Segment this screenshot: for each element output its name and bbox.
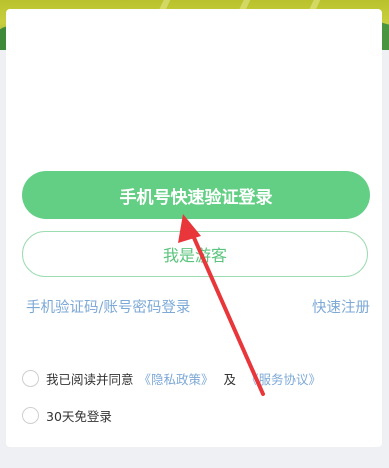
agreement-text: 我已阅读并同意 (46, 372, 134, 387)
service-agreement-link[interactable]: 《服务协议》 (246, 369, 321, 388)
register-link[interactable]: 快速注册 (312, 296, 370, 317)
agreement-and-text: 及 (223, 372, 237, 387)
agree-radio[interactable] (22, 370, 39, 387)
remember-login-label: 30天免登录 (46, 409, 112, 424)
remember-login-row: 30天免登录 (22, 406, 112, 425)
guest-login-button[interactable]: 我是游客 (22, 231, 368, 277)
sms-password-login-link[interactable]: 手机验证码/账号密码登录 (26, 296, 190, 317)
privacy-policy-link[interactable]: 《隐私政策》 (139, 369, 214, 388)
phone-quick-login-button[interactable]: 手机号快速验证登录 (22, 171, 370, 219)
remember-login-radio[interactable] (22, 407, 39, 424)
agreement-row: 我已阅读并同意 《隐私政策》 及 《服务协议》 (22, 369, 321, 388)
